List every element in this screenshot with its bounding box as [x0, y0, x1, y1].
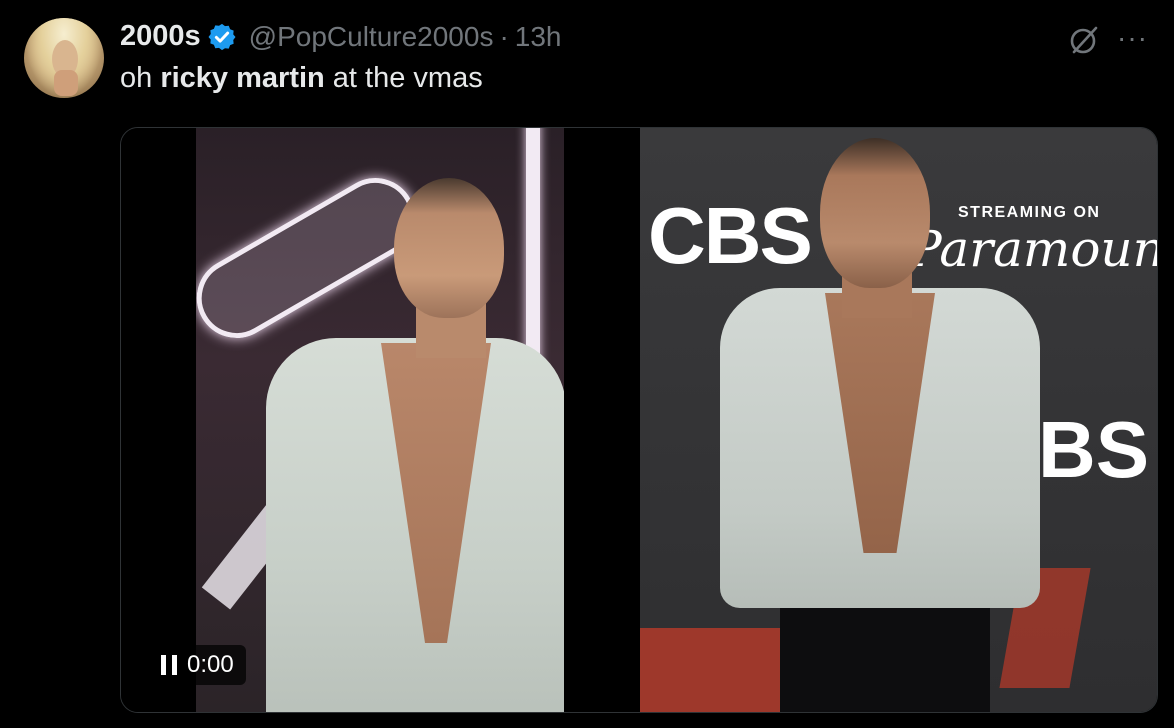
- photo[interactable]: CBS STREAMING ON Paramount+ BS: [640, 128, 1157, 712]
- head: [394, 178, 504, 318]
- tweet-text-bold: ricky martin: [160, 62, 325, 94]
- grok-icon[interactable]: [1068, 24, 1100, 56]
- author-name[interactable]: 2000s: [120, 20, 201, 53]
- head-right: [820, 138, 930, 288]
- person-figure-right: [720, 138, 1050, 712]
- tweet-text-suffix: at the vmas: [324, 62, 483, 94]
- video-frame: [196, 128, 564, 712]
- more-icon[interactable]: ···: [1117, 22, 1148, 54]
- video-timecode: 0:00: [187, 651, 234, 678]
- avatar[interactable]: [24, 18, 104, 98]
- video-player[interactable]: [121, 128, 640, 712]
- media-container[interactable]: CBS STREAMING ON Paramount+ BS: [120, 127, 1158, 713]
- separator-dot: ·: [499, 20, 509, 52]
- tweet-header: 2000s @PopCulture2000s · 13h: [120, 20, 562, 53]
- person-figure: [266, 178, 564, 712]
- tweet-text-prefix: oh: [120, 62, 161, 94]
- timestamp[interactable]: 13h: [515, 21, 562, 53]
- verified-badge-icon: [208, 23, 236, 50]
- author-handle[interactable]: @PopCulture2000s: [249, 21, 494, 53]
- avatar-hands: [54, 70, 78, 96]
- pause-icon[interactable]: [161, 655, 177, 675]
- tweet-text: oh ricky martin at the vmas: [120, 62, 483, 95]
- video-controls[interactable]: 0:00: [149, 645, 246, 685]
- backdrop-bs-text: BS: [1038, 405, 1150, 494]
